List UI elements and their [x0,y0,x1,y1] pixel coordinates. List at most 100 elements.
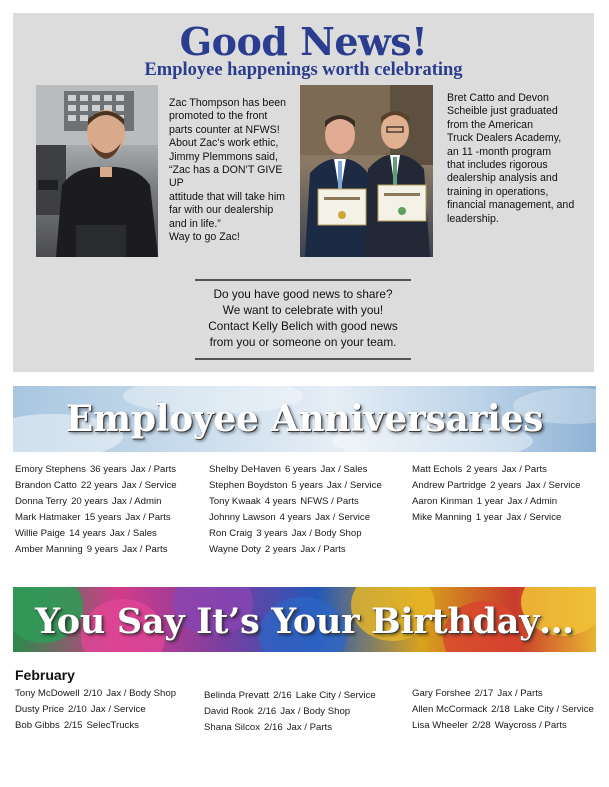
list-item: Emory Stephens 36 years Jax / Parts [15,462,181,478]
location: Jax / Body Shop [291,528,362,539]
zac-story-line: Jimmy Plemmons said, [169,150,278,163]
graduates-photo [300,85,433,257]
birthday-date: 2/28 [472,720,491,731]
location: Jax / Sales [109,528,157,539]
location: Jax / Parts [497,688,543,699]
birthday-date: 2/17 [474,688,494,699]
anniversaries-banner: Employee Anniversaries [13,386,596,452]
employee-name: Tony Kwaak [209,496,261,507]
good-news-title: Good News! [179,19,428,64]
list-item: Aaron Kinman 1 year Jax / Admin [412,494,585,510]
list-item: Brandon Catto 22 years Jax / Service [15,478,181,494]
employee-name: Dusty Price [15,704,65,715]
location: Jax / Admin [111,496,162,507]
birthday-date: 2/10 [68,704,87,715]
zac-story-line: “Zac has a DON’T GIVE UP [169,164,283,190]
employee-name: Emory Stephens [15,464,86,475]
anniversaries-column-2: Shelby DeHaven 6 years Jax / Sales Stephen… [209,462,386,558]
birthday-date: 2/18 [491,704,510,715]
employee-name: Tony McDowell [15,688,80,699]
employee-name: Ron Craig [209,528,253,539]
location: Jax / Service [90,704,146,715]
location: Jax / Sales [320,464,368,475]
graduates-story-line: from the American [447,118,533,131]
list-item: Mike Manning 1 year Jax / Service [412,510,585,526]
employee-name: Brandon Catto [15,480,77,491]
employee-name: Andrew Partridge [412,480,487,491]
location: Jax / Service [121,480,177,491]
zac-photo-illustration [36,85,158,257]
zac-story-line: parts counter at NFWS! [169,123,280,136]
location: Jax / Service [315,512,371,523]
employee-name: Mike Manning [412,512,472,523]
employee-name: Shelby DeHaven [209,464,281,475]
birthdays-column-3: Gary Forshee 2/17 Jax / Parts Allen McCorm… [412,686,598,734]
location: Lake City / Service [513,704,594,715]
birthday-banner: You Say It’s Your Birthday… [13,587,596,652]
share-line: Do you have good news to share? [213,287,393,301]
anniversaries-title: Employee Anniversaries [65,398,544,440]
location: Jax / Body Shop [280,706,351,717]
zac-story-text: Zac Thompson has been promoted to the fr… [169,97,293,244]
location: Jax / Body Shop [106,688,177,699]
employee-name: Donna Terry [15,496,68,507]
share-line: from you or someone on your team. [209,335,397,349]
list-item: Belinda Prevatt 2/16 Lake City / Service [204,688,380,704]
birthday-date: 2/16 [264,722,283,733]
years-of-service: 2 years [264,544,297,555]
good-news-subtitle: Employee happenings worth celebrating [144,60,463,80]
graduates-story-line: financial management, and [447,199,575,212]
years-of-service: 4 years [264,496,297,507]
years-of-service: 20 years [71,496,108,507]
graduates-story-line: leadership. [447,212,499,225]
employee-name: Belinda Prevatt [204,690,270,701]
location: Jax / Service [506,512,562,523]
employee-name: Willie Paige [15,528,66,539]
list-item: Tony Kwaak 4 years NFWS / Parts [209,494,386,510]
list-item: Lisa Wheeler 2/28 Waycross / Parts [412,718,598,734]
zac-story-line: Way to go Zac! [169,231,240,244]
list-item: Mark Hatmaker 15 years Jax / Parts [15,510,181,526]
location: Jax / Parts [501,464,547,475]
years-of-service: 4 years [279,512,312,523]
anniversaries-column-3: Matt Echols 2 years Jax / Parts Andrew Par… [412,462,585,526]
list-item: Shelby DeHaven 6 years Jax / Sales [209,462,386,478]
share-line: We want to celebrate with you! [222,303,384,317]
list-item: Stephen Boydston 5 years Jax / Service [209,478,386,494]
location: Jax / Admin [507,496,558,507]
share-news-callout: Do you have good news to share? We want … [195,279,411,360]
birthdays-column-1: Tony McDowell 2/10 Jax / Body Shop Dusty P… [15,686,180,734]
list-item: Andrew Partridge 2 years Jax / Service [412,478,585,494]
employee-name: Shana Silcox [204,722,260,733]
employee-name: Matt Echols [412,464,463,475]
zac-story-line: About Zac’s work ethic, [169,137,279,150]
graduates-story-text: Bret Catto and Devon Scheible just gradu… [447,92,587,226]
list-item: Willie Paige 14 years Jax / Sales [15,526,181,542]
graduates-photo-illustration [300,85,433,257]
location: Jax / Parts [286,722,333,733]
list-item: Ron Craig 3 years Jax / Body Shop [209,526,386,542]
location: Waycross / Parts [494,720,567,731]
location: Jax / Parts [130,464,177,475]
list-item: Wayne Doty 2 years Jax / Parts [209,542,386,558]
years-of-service: 1 year [476,496,504,507]
birthday-date: 2/10 [83,688,103,699]
location: NFWS / Parts [300,496,359,507]
birthday-date: 2/16 [273,690,292,701]
list-item: David Rook 2/16 Jax / Body Shop [204,704,380,720]
years-of-service: 22 years [80,480,118,491]
employee-name: Stephen Boydston [209,480,288,491]
list-item: Bob Gibbs 2/15 SelecTrucks [15,718,180,734]
years-of-service: 9 years [86,544,119,555]
employee-name: Gary Forshee [412,688,471,699]
list-item: Johnny Lawson 4 years Jax / Service [209,510,386,526]
graduates-story-line: an 11 -month program [447,145,552,158]
list-item: Tony McDowell 2/10 Jax / Body Shop [15,686,180,702]
graduates-story-line: Truck Dealers Academy, [447,132,562,145]
list-item: Dusty Price 2/10 Jax / Service [15,702,180,718]
birthday-month: February [15,667,75,683]
list-item: Amber Manning 9 years Jax / Parts [15,542,181,558]
years-of-service: 5 years [291,480,323,491]
graduates-story-line: Scheible just graduated [447,105,558,118]
employee-name: Allen McCormack [412,704,488,715]
